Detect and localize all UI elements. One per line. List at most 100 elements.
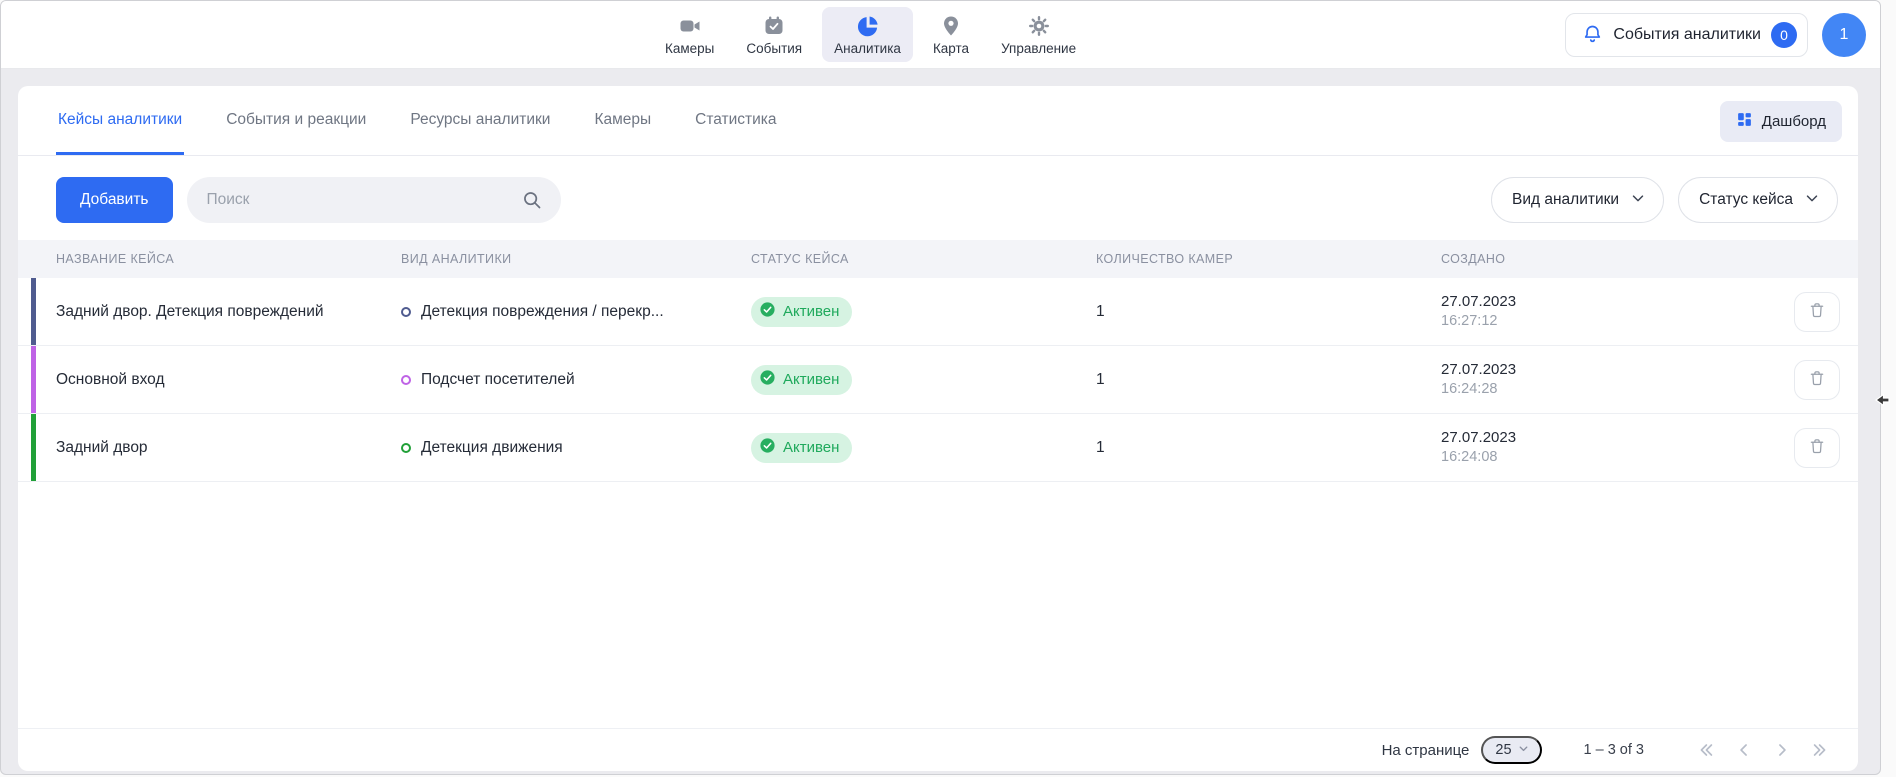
filter-label: Вид аналитики bbox=[1512, 191, 1619, 209]
events-button-label: События аналитики bbox=[1613, 26, 1761, 44]
created-time: 16:24:28 bbox=[1441, 380, 1760, 399]
row-color-stripe bbox=[31, 278, 36, 345]
trash-icon bbox=[1808, 301, 1826, 322]
camera-count: 1 bbox=[1096, 439, 1441, 457]
analytics-type-label: Подсчет посетителей bbox=[421, 371, 575, 389]
table-row[interactable]: Задний двор. Детекция повреждений Детекц… bbox=[18, 278, 1858, 346]
tab-analytics-cases[interactable]: Кейсы аналитики bbox=[56, 111, 184, 155]
tab-statistics[interactable]: Статистика bbox=[693, 111, 778, 155]
check-circle-icon bbox=[759, 437, 776, 458]
nav-item-management[interactable]: Управление bbox=[989, 7, 1088, 62]
mouse-resize-cursor bbox=[1874, 390, 1894, 410]
analytics-events-button[interactable]: События аналитики 0 bbox=[1565, 13, 1808, 57]
toolbar: Добавить Вид аналитики Статус кейса bbox=[18, 177, 1858, 223]
analytics-type-ring-icon bbox=[401, 307, 411, 317]
analytics-type-cell: Детекция движения bbox=[401, 439, 751, 457]
status-label: Активен bbox=[783, 439, 839, 456]
nav-item-label: События bbox=[746, 41, 802, 56]
events-count-badge: 0 bbox=[1771, 22, 1797, 48]
created-date: 27.07.2023 bbox=[1441, 292, 1760, 312]
nav-item-label: Карта bbox=[933, 41, 969, 56]
top-navigation-bar: Камеры События Аналитика Карта bbox=[1, 1, 1880, 69]
filter-analytics-type[interactable]: Вид аналитики bbox=[1491, 177, 1664, 223]
chevron-down-icon bbox=[1803, 189, 1821, 212]
pagination-bar: На странице 25 1 – 3 of 3 bbox=[18, 728, 1858, 771]
tab-cameras[interactable]: Камеры bbox=[592, 111, 653, 155]
toolbar-left: Добавить bbox=[38, 177, 561, 223]
per-page-value: 25 bbox=[1495, 742, 1511, 758]
analytics-type-cell: Подсчет посетителей bbox=[401, 371, 751, 389]
nav-item-analytics[interactable]: Аналитика bbox=[822, 7, 913, 62]
bell-icon bbox=[1582, 23, 1603, 47]
trash-icon bbox=[1808, 437, 1826, 458]
status-label: Активен bbox=[783, 303, 839, 320]
status-badge: Активен bbox=[751, 365, 852, 395]
main-nav: Камеры События Аналитика Карта bbox=[653, 1, 1088, 68]
nav-item-label: Камеры bbox=[665, 41, 714, 56]
status-badge: Активен bbox=[751, 297, 852, 327]
row-color-stripe bbox=[31, 414, 36, 481]
nav-item-label: Аналитика bbox=[834, 41, 901, 56]
check-circle-icon bbox=[759, 301, 776, 322]
first-page-button[interactable] bbox=[1692, 736, 1720, 764]
table-row[interactable]: Основной вход Подсчет посетителей Активе… bbox=[18, 346, 1858, 414]
delete-case-button[interactable] bbox=[1794, 292, 1840, 332]
nav-item-events[interactable]: События bbox=[734, 7, 814, 62]
created-date: 27.07.2023 bbox=[1441, 360, 1760, 380]
created-time: 16:27:12 bbox=[1441, 312, 1760, 331]
camera-count: 1 bbox=[1096, 371, 1441, 389]
next-page-button[interactable] bbox=[1768, 736, 1796, 764]
search-icon bbox=[521, 189, 543, 216]
delete-case-button[interactable] bbox=[1794, 428, 1840, 468]
created-cell: 27.07.2023 16:24:28 bbox=[1441, 360, 1760, 399]
status-cell: Активен bbox=[751, 297, 1096, 327]
filter-case-status[interactable]: Статус кейса bbox=[1678, 177, 1838, 223]
table-header: НАЗВАНИЕ КЕЙСА ВИД АНАЛИТИКИ СТАТУС КЕЙС… bbox=[18, 240, 1858, 278]
table-row[interactable]: Задний двор Детекция движения Активен 1 … bbox=[18, 414, 1858, 482]
page-range-label: 1 – 3 of 3 bbox=[1584, 742, 1644, 758]
analytics-type-label: Детекция движения bbox=[421, 439, 563, 457]
check-circle-icon bbox=[759, 369, 776, 390]
column-header-created: СОЗДАНО bbox=[1441, 252, 1760, 266]
delete-case-button[interactable] bbox=[1794, 360, 1840, 400]
nav-item-label: Управление bbox=[1001, 41, 1076, 56]
per-page-select[interactable]: 25 bbox=[1481, 736, 1541, 764]
status-cell: Активен bbox=[751, 433, 1096, 463]
created-time: 16:24:08 bbox=[1441, 448, 1760, 467]
nav-item-cameras[interactable]: Камеры bbox=[653, 7, 726, 62]
analytics-type-ring-icon bbox=[401, 443, 411, 453]
analytics-cases-panel: Кейсы аналитики События и реакции Ресурс… bbox=[18, 86, 1858, 771]
case-name: Задний двор bbox=[56, 439, 401, 457]
created-cell: 27.07.2023 16:27:12 bbox=[1441, 292, 1760, 331]
status-cell: Активен bbox=[751, 365, 1096, 395]
map-pin-icon bbox=[939, 14, 963, 38]
tabs-bar: Кейсы аналитики События и реакции Ресурс… bbox=[18, 86, 1858, 156]
filter-label: Статус кейса bbox=[1699, 191, 1793, 209]
toolbar-filters: Вид аналитики Статус кейса bbox=[1491, 177, 1838, 223]
search-input[interactable] bbox=[187, 177, 561, 223]
dashboard-button[interactable]: Дашборд bbox=[1720, 101, 1842, 142]
nav-item-map[interactable]: Карта bbox=[921, 7, 981, 62]
status-badge: Активен bbox=[751, 433, 852, 463]
tabs: Кейсы аналитики События и реакции Ресурс… bbox=[56, 86, 779, 155]
camera-count: 1 bbox=[1096, 303, 1441, 321]
analytics-type-ring-icon bbox=[401, 375, 411, 385]
last-page-button[interactable] bbox=[1806, 736, 1834, 764]
chevron-down-icon bbox=[1629, 189, 1647, 212]
pager-controls bbox=[1692, 736, 1834, 764]
add-case-button[interactable]: Добавить bbox=[56, 177, 173, 223]
tab-events-reactions[interactable]: События и реакции bbox=[224, 111, 368, 155]
row-color-stripe bbox=[31, 346, 36, 413]
dashboard-grid-icon bbox=[1736, 111, 1753, 132]
video-camera-icon bbox=[678, 14, 702, 38]
column-header-case-status: СТАТУС КЕЙСА bbox=[751, 252, 1096, 266]
prev-page-button[interactable] bbox=[1730, 736, 1758, 764]
avatar[interactable]: 1 bbox=[1822, 13, 1866, 57]
column-header-analytics-type: ВИД АНАЛИТИКИ bbox=[401, 252, 751, 266]
analytics-type-label: Детекция повреждения / перекр... bbox=[421, 303, 664, 321]
app-window: Камеры События Аналитика Карта bbox=[0, 0, 1881, 775]
created-date: 27.07.2023 bbox=[1441, 428, 1760, 448]
status-label: Активен bbox=[783, 371, 839, 388]
analytics-type-cell: Детекция повреждения / перекр... bbox=[401, 303, 751, 321]
tab-analytics-resources[interactable]: Ресурсы аналитики bbox=[408, 111, 552, 155]
